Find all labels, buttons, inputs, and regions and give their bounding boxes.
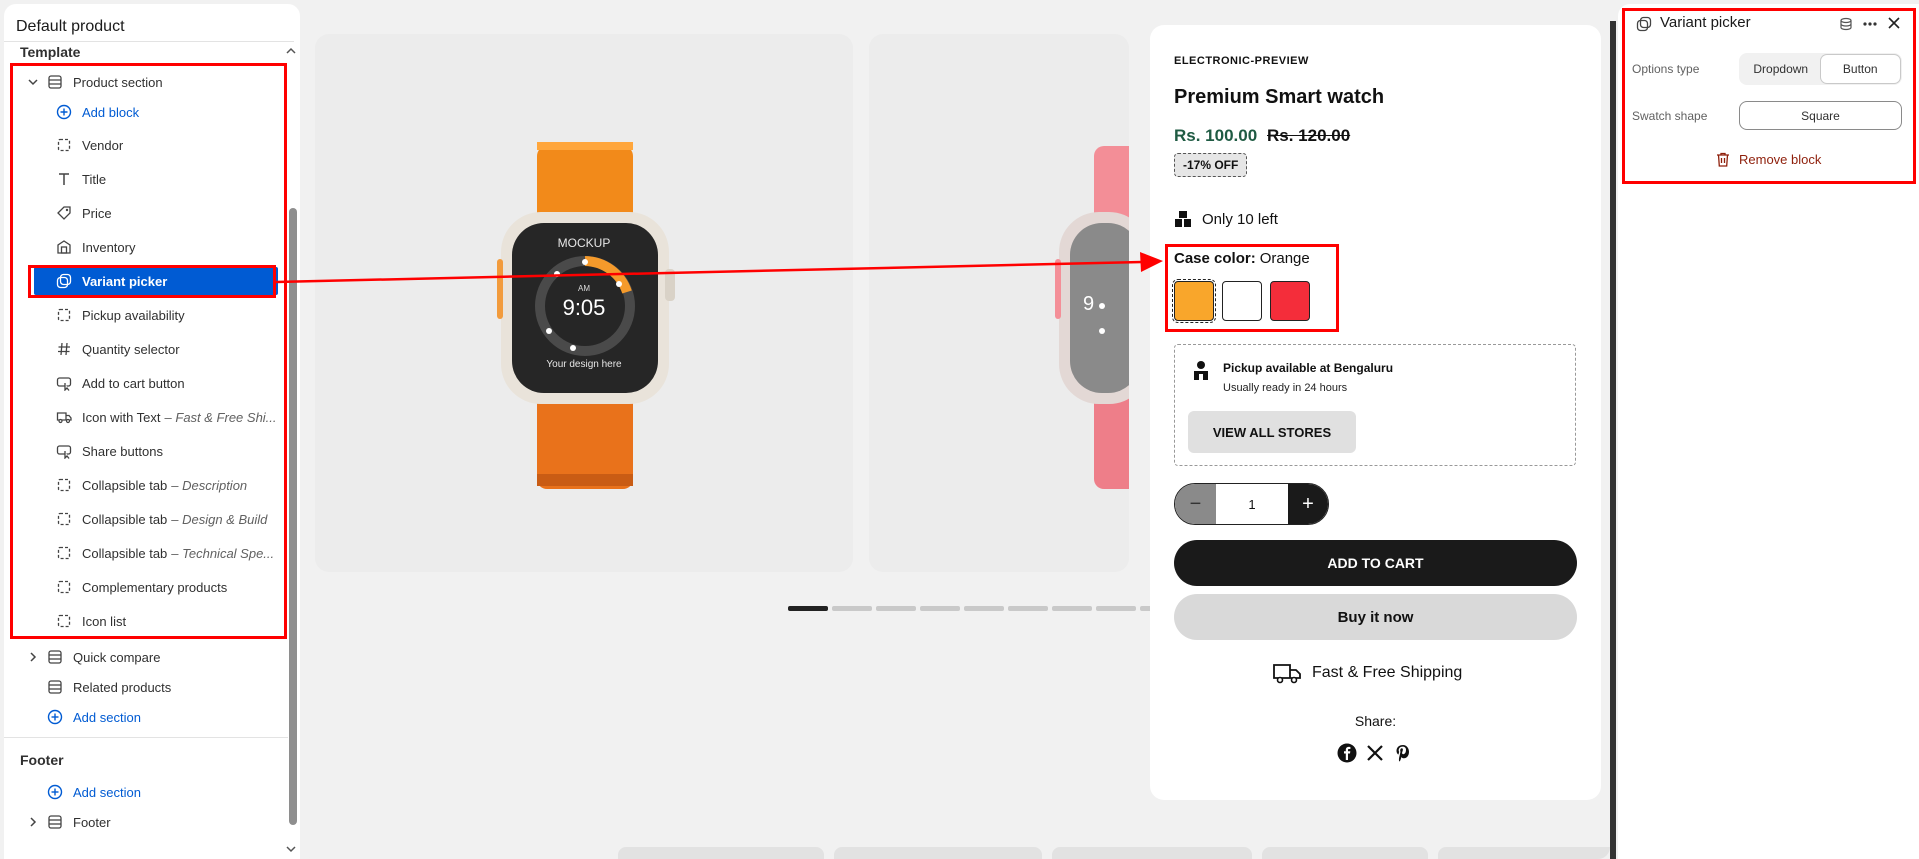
sidebar-scrollbar[interactable] [289, 208, 297, 825]
quantity-stepper: − 1 + [1174, 483, 1329, 525]
watch-ampm: AM [578, 284, 590, 293]
section-quick-compare[interactable]: Quick compare [26, 640, 286, 674]
section-related-products[interactable]: Related products [46, 670, 286, 704]
section-label: Related products [73, 679, 172, 695]
store-pickup-icon [1194, 361, 1208, 380]
slide-dot[interactable] [920, 606, 960, 611]
section-label: Quick compare [73, 649, 161, 665]
plus-circle-icon [46, 783, 64, 801]
pickup-availability: Pickup available at Bengaluru Usually re… [1174, 344, 1576, 466]
product-price: Rs. 100.00 [1174, 126, 1258, 145]
product-info-card: ELECTRONIC-PREVIEW Premium Smart watch R… [1150, 25, 1601, 800]
slide-dot[interactable] [1052, 606, 1092, 611]
pickup-title: Pickup available at Bengaluru [1223, 361, 1394, 375]
scroll-up-icon[interactable] [286, 46, 296, 56]
section-footer[interactable]: Footer [26, 805, 286, 839]
divider [4, 41, 294, 42]
plus-circle-icon [46, 708, 64, 726]
bottom-tab[interactable] [1262, 847, 1428, 859]
product-image-next[interactable]: 9 [869, 34, 1129, 572]
watch-time-partial: 9 [1083, 293, 1095, 315]
slide-dot[interactable] [876, 606, 916, 611]
footer-add-section-button[interactable]: Add section [46, 775, 141, 809]
slide-dot[interactable] [1008, 606, 1048, 611]
divider [4, 737, 288, 738]
inventory-status: Only 10 left [1174, 210, 1278, 228]
truck-icon [1273, 664, 1301, 684]
section-label: Footer [73, 814, 111, 830]
bottom-tab[interactable] [1438, 847, 1610, 859]
bottom-tab[interactable] [834, 847, 1042, 859]
slide-dot[interactable] [832, 606, 872, 611]
facebook-icon[interactable] [1337, 743, 1357, 763]
slide-dot[interactable] [964, 606, 1004, 611]
increase-quantity-button[interactable]: + [1288, 484, 1328, 524]
section-icon [46, 813, 64, 831]
panel-divider [1610, 21, 1616, 859]
add-section-label: Add section [73, 784, 141, 800]
share-buttons [1337, 743, 1413, 763]
highlight-settings-panel [1622, 8, 1916, 184]
footer-heading: Footer [20, 752, 64, 768]
shipping-text: Fast & Free Shipping [1312, 664, 1463, 681]
scroll-down-icon[interactable] [286, 844, 296, 854]
watch-time: 9:05 [562, 295, 606, 320]
chevron-right-icon[interactable] [26, 815, 40, 829]
highlight-variant-picker-row [28, 265, 276, 298]
highlight-variant-picker-preview [1165, 244, 1339, 332]
discount-badge: -17% OFF [1174, 153, 1248, 177]
template-heading: Template [20, 44, 81, 60]
view-all-stores-button[interactable]: VIEW ALL STORES [1188, 411, 1356, 453]
add-to-cart-button[interactable]: ADD TO CART [1174, 540, 1577, 586]
product-title: Premium Smart watch [1174, 86, 1385, 108]
chevron-right-icon[interactable] [26, 650, 40, 664]
slide-dot[interactable] [788, 606, 828, 611]
section-icon [46, 678, 64, 696]
page-title: Default product [16, 18, 125, 35]
highlight-product-section [10, 63, 287, 639]
add-section-label: Add section [73, 709, 141, 725]
product-vendor: ELECTRONIC-PREVIEW [1174, 55, 1309, 67]
boxes-icon [1175, 211, 1191, 227]
watch-brand: MOCKUP [557, 236, 611, 250]
decrease-quantity-button[interactable]: − [1175, 484, 1216, 524]
pinterest-icon[interactable] [1393, 743, 1413, 763]
slide-dot[interactable] [1096, 606, 1136, 611]
compare-price: Rs. 120.00 [1267, 126, 1351, 145]
add-section-button[interactable]: Add section [46, 700, 141, 734]
bottom-tab[interactable] [618, 847, 824, 859]
bottom-tab-strip [618, 847, 1610, 859]
quantity-input[interactable]: 1 [1216, 484, 1288, 524]
stock-text: Only 10 left [1202, 210, 1278, 228]
watch-tagline: Your design here [546, 359, 622, 370]
shipping-info: Fast & Free Shipping [1272, 662, 1462, 684]
buy-now-button[interactable]: Buy it now [1174, 594, 1577, 640]
x-icon[interactable] [1365, 743, 1385, 763]
bottom-tab[interactable] [1052, 847, 1252, 859]
share-label: Share: [1354, 713, 1397, 729]
pickup-subtitle: Usually ready in 24 hours [1223, 382, 1348, 394]
product-image-main[interactable]: MOCKUP AM 9:05 Your design here [315, 34, 853, 572]
section-icon [46, 648, 64, 666]
